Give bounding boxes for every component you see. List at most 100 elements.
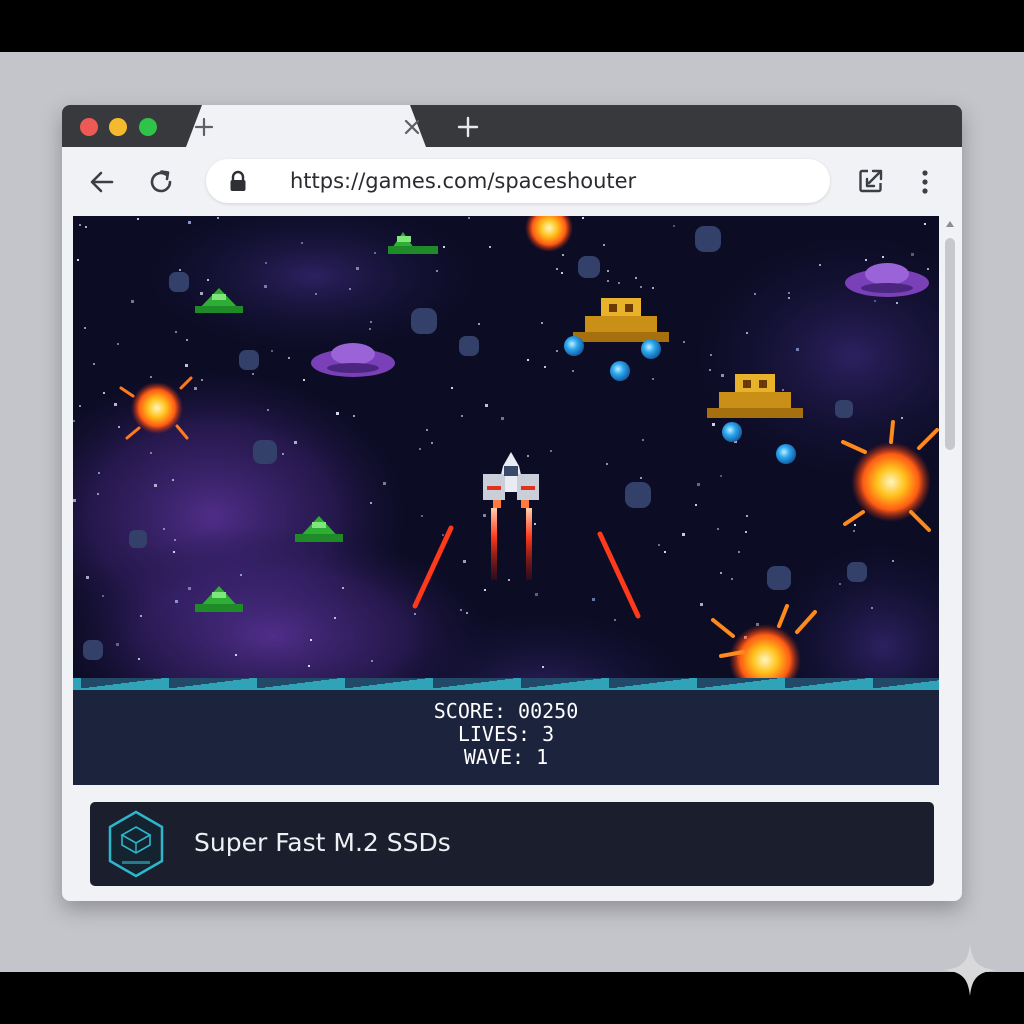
star bbox=[342, 587, 344, 589]
url-text[interactable]: https://games.com/spaceshouter bbox=[290, 169, 636, 193]
star bbox=[356, 267, 359, 270]
star bbox=[421, 515, 423, 517]
star bbox=[542, 666, 544, 668]
star bbox=[383, 482, 386, 485]
scrollbar[interactable] bbox=[942, 216, 958, 785]
new-tab-plus-icon[interactable] bbox=[457, 116, 479, 138]
kebab-menu-icon[interactable] bbox=[918, 169, 932, 195]
star bbox=[264, 285, 267, 288]
star bbox=[138, 658, 140, 660]
star bbox=[535, 593, 538, 596]
hud: SCORE: 00250 LIVES: 3 WAVE: 1 bbox=[73, 700, 939, 769]
star bbox=[746, 332, 748, 334]
star bbox=[796, 348, 799, 351]
star bbox=[73, 499, 76, 502]
star bbox=[431, 442, 433, 444]
star bbox=[294, 441, 297, 444]
star bbox=[131, 300, 134, 303]
star bbox=[207, 279, 209, 281]
window-minimize-button[interactable] bbox=[109, 118, 127, 136]
star bbox=[240, 574, 242, 576]
star bbox=[303, 379, 305, 381]
star bbox=[673, 225, 675, 227]
star bbox=[369, 328, 371, 330]
star bbox=[606, 463, 608, 465]
star bbox=[561, 272, 563, 274]
star bbox=[562, 254, 564, 256]
star bbox=[79, 405, 81, 407]
star bbox=[788, 297, 790, 299]
back-arrow-icon[interactable] bbox=[88, 168, 116, 196]
star bbox=[603, 244, 605, 246]
browser-toolbar: https://games.com/spaceshouter bbox=[62, 147, 962, 215]
star bbox=[682, 533, 685, 536]
close-tab-icon[interactable] bbox=[403, 118, 421, 136]
star bbox=[370, 502, 372, 504]
lock-icon bbox=[230, 170, 246, 191]
star bbox=[97, 493, 99, 495]
star bbox=[271, 350, 273, 352]
tab-plus-icon[interactable] bbox=[194, 117, 214, 137]
star bbox=[79, 224, 81, 226]
star bbox=[721, 374, 724, 377]
browser-window: https://games.com/spaceshouter SCORE: 00… bbox=[62, 105, 962, 901]
star bbox=[353, 415, 355, 417]
star bbox=[185, 364, 188, 367]
ssd-chip-icon bbox=[108, 810, 164, 878]
star bbox=[717, 528, 719, 530]
reload-icon[interactable] bbox=[146, 167, 176, 197]
star bbox=[172, 479, 174, 481]
star bbox=[308, 665, 310, 667]
star bbox=[819, 264, 821, 266]
star bbox=[267, 409, 269, 411]
star bbox=[114, 403, 117, 406]
star bbox=[282, 453, 284, 455]
star bbox=[173, 551, 175, 553]
star bbox=[658, 544, 660, 546]
star bbox=[924, 223, 926, 225]
star bbox=[374, 252, 376, 254]
star bbox=[419, 448, 421, 450]
star bbox=[683, 341, 685, 343]
star bbox=[478, 323, 480, 325]
star bbox=[179, 269, 181, 271]
star bbox=[186, 339, 188, 341]
active-tab[interactable] bbox=[186, 105, 426, 147]
wave-readout: WAVE: 1 bbox=[463, 745, 549, 769]
star bbox=[77, 259, 79, 261]
star bbox=[652, 287, 654, 289]
star bbox=[442, 534, 444, 536]
star bbox=[614, 619, 616, 621]
star bbox=[336, 412, 339, 415]
window-close-button[interactable] bbox=[80, 118, 98, 136]
star bbox=[508, 579, 510, 581]
ad-banner[interactable]: Super Fast M.2 SSDs bbox=[90, 802, 934, 886]
star bbox=[527, 359, 529, 361]
player-ship bbox=[483, 452, 539, 508]
star bbox=[483, 514, 486, 517]
star bbox=[137, 218, 139, 220]
star bbox=[901, 417, 903, 419]
star bbox=[150, 376, 152, 378]
window-maximize-button[interactable] bbox=[139, 118, 157, 136]
star bbox=[896, 302, 898, 304]
star bbox=[310, 639, 312, 641]
star bbox=[874, 300, 876, 302]
star bbox=[484, 589, 486, 591]
star bbox=[572, 370, 574, 372]
ad-headline[interactable]: Super Fast M.2 SSDs bbox=[194, 828, 451, 857]
scrollbar-thumb[interactable] bbox=[945, 238, 955, 450]
star bbox=[865, 259, 867, 261]
star bbox=[188, 587, 191, 590]
star bbox=[85, 226, 87, 228]
lives-readout: LIVES: 3 bbox=[457, 722, 555, 746]
star bbox=[882, 256, 884, 258]
star bbox=[710, 354, 712, 356]
game-canvas[interactable]: SCORE: 00250 LIVES: 3 WAVE: 1 bbox=[73, 216, 939, 785]
star bbox=[426, 429, 428, 431]
star bbox=[140, 615, 142, 617]
star bbox=[582, 217, 584, 219]
scroll-up-arrow-icon[interactable] bbox=[945, 220, 955, 228]
share-icon[interactable] bbox=[857, 167, 885, 195]
address-bar[interactable]: https://games.com/spaceshouter bbox=[206, 159, 830, 203]
